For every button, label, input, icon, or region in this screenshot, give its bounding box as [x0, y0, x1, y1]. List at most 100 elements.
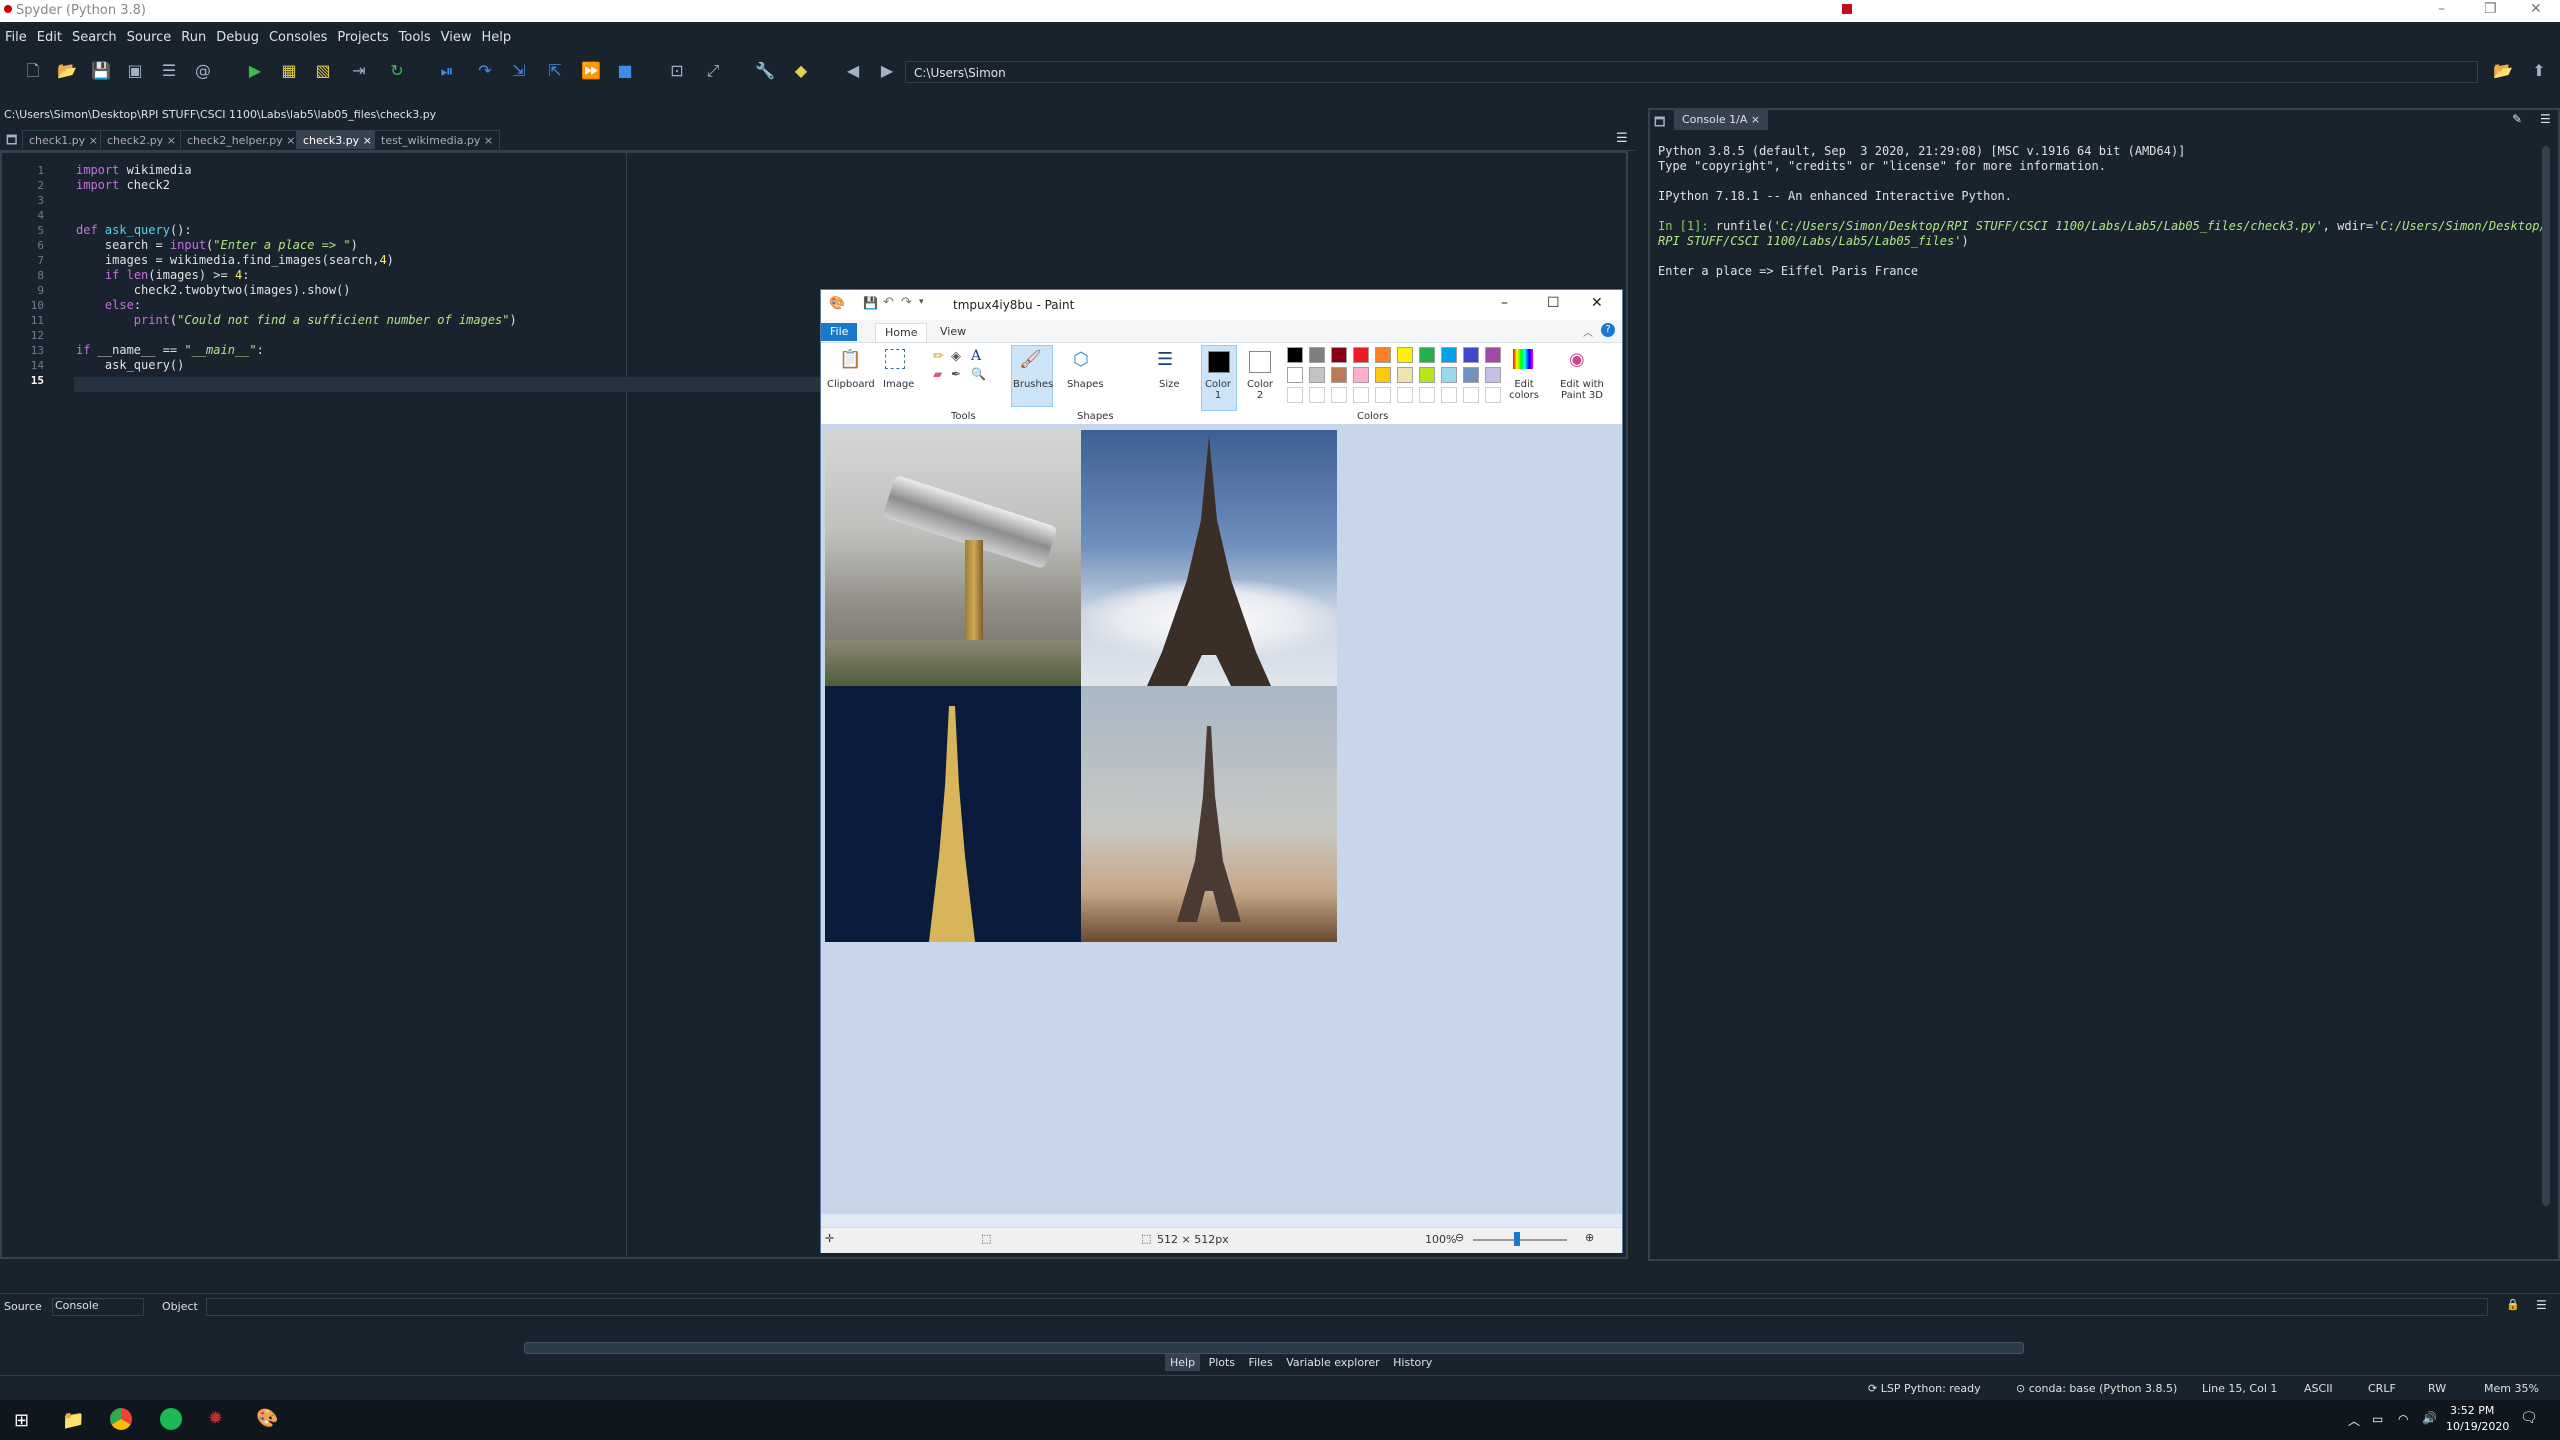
- browse-directory-icon[interactable]: 📂: [2492, 60, 2514, 82]
- stop-icon[interactable]: ■: [614, 60, 636, 82]
- paint-save-icon[interactable]: 💾: [863, 296, 878, 310]
- palette-swatch[interactable]: [1485, 347, 1501, 363]
- palette-empty-swatch[interactable]: [1331, 387, 1347, 403]
- console-browse-icon[interactable]: 🗖: [1654, 113, 1665, 134]
- rerun-icon[interactable]: ↻: [386, 60, 408, 82]
- preferences-icon[interactable]: 🔧: [754, 60, 776, 82]
- continue-icon[interactable]: ⏩: [580, 60, 602, 82]
- eraser-icon[interactable]: ▰: [933, 367, 942, 381]
- palette-empty-swatch[interactable]: [1309, 387, 1325, 403]
- palette-swatch[interactable]: [1441, 347, 1457, 363]
- paint-maximize-icon[interactable]: ☐: [1547, 295, 1560, 311]
- palette-empty-swatch[interactable]: [1353, 387, 1369, 403]
- menu-edit[interactable]: Edit: [32, 22, 67, 45]
- run-selection-icon[interactable]: ⇥: [348, 60, 370, 82]
- volume-icon[interactable]: 🔊: [2422, 1411, 2437, 1425]
- spotify-icon[interactable]: [160, 1408, 182, 1430]
- menu-search[interactable]: Search: [67, 22, 122, 45]
- help-content-scrollbar[interactable]: [524, 1342, 2024, 1354]
- menu-help[interactable]: Help: [477, 22, 517, 45]
- palette-swatch[interactable]: [1287, 347, 1303, 363]
- palette-swatch[interactable]: [1353, 367, 1369, 383]
- console-scrollbar[interactable]: [2542, 146, 2550, 1206]
- size-label[interactable]: Size: [1159, 379, 1180, 390]
- file-explorer-icon[interactable]: 📁: [62, 1410, 84, 1431]
- debug-icon[interactable]: ⏯: [436, 60, 458, 82]
- step-into-icon[interactable]: ⇲: [508, 60, 530, 82]
- menu-projects[interactable]: Projects: [332, 22, 393, 45]
- help-options-icon[interactable]: ☰: [2536, 1298, 2547, 1312]
- menu-tools[interactable]: Tools: [394, 22, 436, 45]
- palette-empty-swatch[interactable]: [1287, 387, 1303, 403]
- menu-file[interactable]: File: [0, 22, 32, 45]
- palette-swatch[interactable]: [1287, 367, 1303, 383]
- paint3d-icon[interactable]: ◉: [1569, 349, 1585, 370]
- color2-label[interactable]: Color 2: [1245, 379, 1275, 401]
- step-return-icon[interactable]: ⇱: [544, 60, 566, 82]
- forward-icon[interactable]: ▶: [876, 60, 898, 82]
- color-picker-icon[interactable]: ✒: [951, 367, 961, 381]
- source-select[interactable]: Console: [52, 1298, 144, 1316]
- zoom-slider[interactable]: [1473, 1239, 1567, 1241]
- run-cell-advance-icon[interactable]: ▧: [312, 60, 334, 82]
- start-icon[interactable]: ⊞: [14, 1410, 29, 1431]
- palette-empty-swatch[interactable]: [1441, 387, 1457, 403]
- list-icon[interactable]: ☰: [158, 60, 180, 82]
- size-icon[interactable]: ☰: [1157, 349, 1173, 370]
- step-icon[interactable]: ↷: [474, 60, 496, 82]
- notifications-icon[interactable]: 🗨: [2520, 1410, 2538, 1426]
- zoom-slider-thumb[interactable]: [1514, 1232, 1520, 1246]
- open-file-icon[interactable]: 📂: [56, 60, 78, 82]
- palette-swatch[interactable]: [1309, 347, 1325, 363]
- working-directory-input[interactable]: C:\Users\Simon: [905, 61, 2478, 83]
- menu-view[interactable]: View: [436, 22, 477, 45]
- zoom-in-icon[interactable]: ⊕: [1585, 1231, 1594, 1244]
- palette-empty-swatch[interactable]: [1463, 387, 1479, 403]
- tab-console[interactable]: Console 1/A ×: [1674, 110, 1769, 130]
- shapes-icon[interactable]: ⬡: [1073, 349, 1089, 370]
- palette-swatch[interactable]: [1375, 367, 1391, 383]
- paint-tab-file[interactable]: File: [821, 323, 858, 341]
- menu-source[interactable]: Source: [122, 22, 177, 45]
- palette-swatch[interactable]: [1463, 347, 1479, 363]
- tab-plots[interactable]: Plots: [1204, 1354, 1240, 1371]
- tab-browse-icon[interactable]: 🗖: [6, 131, 17, 152]
- tray-chevron-icon[interactable]: ︿: [2348, 1412, 2360, 1429]
- ipython-console-pane[interactable]: 🗖 Console 1/A × ✎ ☰ Python 3.8.5 (defaul…: [1648, 4, 2560, 1261]
- text-icon[interactable]: A: [971, 348, 981, 364]
- back-icon[interactable]: ◀: [842, 60, 864, 82]
- paint-tab-home[interactable]: Home: [875, 323, 928, 342]
- run-cell-icon[interactable]: ▦: [278, 60, 300, 82]
- wifi-icon[interactable]: ◠: [2398, 1412, 2408, 1426]
- run-icon[interactable]: ▶: [244, 60, 266, 82]
- shapes-label[interactable]: Shapes: [1067, 379, 1104, 390]
- color-palette[interactable]: [1287, 347, 1509, 407]
- paint-qat-dropdown-icon[interactable]: ▾: [919, 297, 924, 307]
- clipboard-label[interactable]: Clipboard: [827, 379, 875, 390]
- tab-history[interactable]: History: [1388, 1354, 1437, 1371]
- save-icon[interactable]: 💾: [90, 60, 112, 82]
- paint-minimize-icon[interactable]: –: [1501, 295, 1508, 311]
- ribbon-collapse-icon[interactable]: ︿: [1583, 324, 1593, 339]
- tab-variable-explorer[interactable]: Variable explorer: [1281, 1354, 1384, 1371]
- edit-colors-label[interactable]: Edit colors: [1509, 379, 1539, 401]
- spyder-taskbar-icon[interactable]: ✹: [208, 1408, 223, 1429]
- zoom-out-icon[interactable]: ⊖: [1455, 1231, 1464, 1244]
- tab-check1[interactable]: check1.py ×: [22, 130, 105, 149]
- parent-directory-icon[interactable]: ⬆: [2528, 60, 2550, 82]
- fill-icon[interactable]: ◈: [951, 349, 961, 364]
- palette-swatch[interactable]: [1419, 347, 1435, 363]
- tab-help[interactable]: Help: [1165, 1354, 1201, 1371]
- image-label[interactable]: Image: [883, 379, 914, 390]
- palette-swatch[interactable]: [1441, 367, 1457, 383]
- at-icon[interactable]: @: [192, 60, 214, 82]
- object-input[interactable]: [206, 1298, 2488, 1316]
- palette-swatch[interactable]: [1485, 367, 1501, 383]
- close-icon[interactable]: ✕: [2530, 1, 2542, 17]
- paint-tab-view[interactable]: View: [931, 323, 975, 341]
- interrupt-kernel-icon[interactable]: [1842, 4, 1852, 14]
- paint-window[interactable]: 🎨 💾 ↶ ↷ ▾ tmpux4iy8bu - Paint – ☐ ✕ File…: [820, 289, 1623, 1253]
- tab-check2[interactable]: check2.py ×: [100, 130, 183, 149]
- tab-files[interactable]: Files: [1244, 1354, 1278, 1371]
- palette-swatch[interactable]: [1309, 367, 1325, 383]
